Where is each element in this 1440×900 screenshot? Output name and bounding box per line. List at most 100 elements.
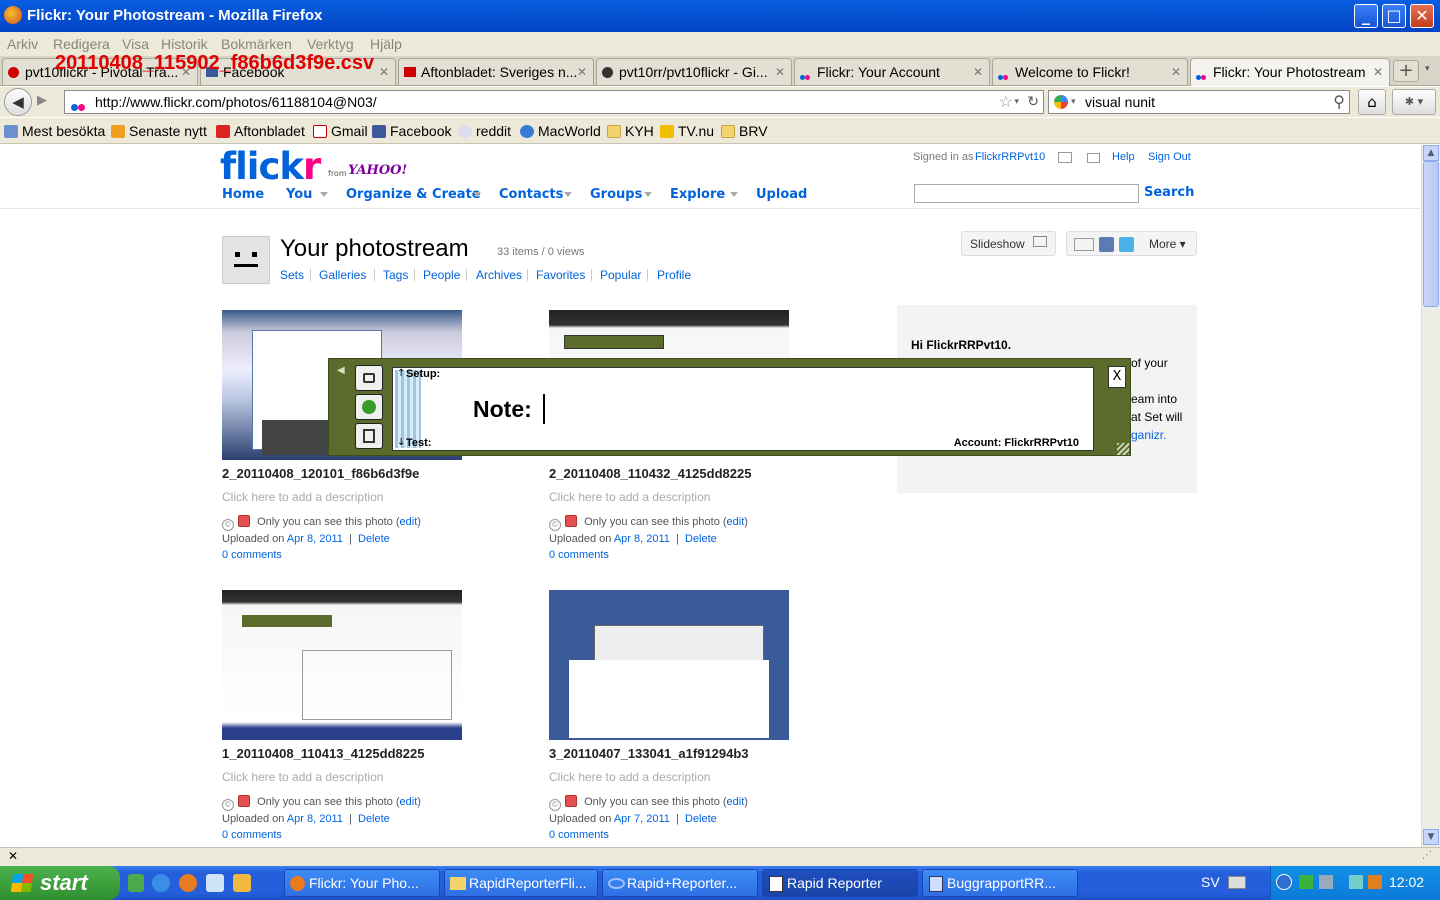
upload-date-link[interactable]: Apr 8, 2011 — [287, 533, 343, 545]
bookmark-macworld[interactable]: MacWorld — [520, 123, 601, 139]
bookmark-mest-besokta[interactable]: Mest besökta — [4, 123, 105, 139]
search-engine-dropdown-icon[interactable]: ▾ — [1071, 96, 1076, 107]
bookmark-facebook[interactable]: Facebook — [372, 123, 451, 139]
keyboard-icon[interactable] — [1228, 876, 1246, 889]
forward-button[interactable]: ▶ — [37, 93, 47, 108]
nav-upload[interactable]: Upload — [756, 187, 807, 202]
subnav-galleries[interactable]: Galleries — [319, 268, 366, 282]
chevron-down-icon[interactable] — [320, 192, 328, 197]
google-icon[interactable] — [1054, 95, 1068, 109]
nav-organize[interactable]: Organize & Create — [346, 187, 481, 202]
help-link[interactable]: Help — [1112, 151, 1135, 163]
upload-date-link[interactable]: Apr 8, 2011 — [287, 813, 343, 825]
up-arrow-icon[interactable]: ↑ — [397, 368, 405, 379]
upload-date-link[interactable]: Apr 8, 2011 — [614, 533, 670, 545]
resize-grip-icon[interactable]: ⋰ — [1422, 850, 1432, 861]
photo-thumbnail[interactable] — [222, 590, 462, 740]
slideshow-button[interactable]: Slideshow — [961, 231, 1056, 256]
comments-link[interactable]: 0 comments — [549, 829, 609, 841]
bookmark-star-icon[interactable]: ☆ — [999, 92, 1013, 112]
flickr-logo[interactable]: flickr — [220, 145, 321, 188]
subnav-tags[interactable]: Tags — [383, 268, 408, 282]
subnav-people[interactable]: People — [423, 268, 460, 282]
search-input[interactable]: ▾ visual nunit ⚲ — [1048, 90, 1350, 114]
upload-date-link[interactable]: Apr 7, 2011 — [614, 813, 670, 825]
taskbar-item-rapid-reporter-web[interactable]: Rapid+Reporter... — [602, 869, 758, 897]
down-arrow-icon[interactable]: ↓ — [397, 437, 405, 448]
facebook-icon[interactable] — [1099, 237, 1114, 252]
more-button[interactable]: More ▾ — [1149, 237, 1186, 251]
photo-thumbnail[interactable] — [549, 590, 789, 740]
scroll-thumb[interactable] — [1423, 161, 1439, 307]
firefox-icon[interactable] — [179, 874, 197, 892]
menu-redigera[interactable]: Redigera — [53, 36, 110, 52]
maximize-button[interactable]: □ — [1382, 4, 1406, 28]
tab-flickr-photostream[interactable]: Flickr: Your Photostream ✕ — [1190, 58, 1390, 86]
close-button[interactable]: X — [1108, 366, 1126, 388]
tab-flickr-account[interactable]: Flickr: Your Account ✕ — [794, 58, 990, 85]
reload-icon[interactable]: ↻ — [1027, 93, 1039, 110]
tray-icon[interactable] — [1368, 875, 1382, 889]
twitter-icon[interactable] — [1119, 237, 1134, 252]
subnav-profile[interactable]: Profile — [657, 268, 691, 282]
flickr-search-button[interactable]: Search — [1144, 185, 1194, 200]
delete-link[interactable]: Delete — [358, 533, 390, 545]
tab-close-icon[interactable]: ✕ — [1373, 65, 1383, 79]
taskbar-item-folder[interactable]: RapidReporterFli... — [444, 869, 598, 897]
delete-link[interactable]: Delete — [358, 813, 390, 825]
ie-icon[interactable] — [152, 874, 170, 892]
folder-icon[interactable] — [233, 874, 251, 892]
edit-link[interactable]: edit — [400, 796, 418, 808]
edit-link[interactable]: edit — [727, 796, 745, 808]
subnav-sets[interactable]: Sets — [280, 268, 304, 282]
signout-link[interactable]: Sign Out — [1148, 151, 1191, 163]
quicklaunch-icon[interactable] — [128, 874, 144, 892]
tab-close-icon[interactable]: ✕ — [1171, 65, 1181, 79]
search-icon[interactable]: ⚲ — [1333, 92, 1345, 112]
nav-groups[interactable]: Groups — [590, 187, 642, 202]
taskbar-item-rapid-reporter[interactable]: Rapid Reporter — [762, 869, 918, 897]
home-button[interactable]: ⌂ — [1358, 89, 1386, 115]
subnav-archives[interactable]: Archives — [476, 268, 522, 282]
language-indicator[interactable]: SV — [1201, 874, 1220, 890]
avatar[interactable] — [222, 236, 270, 284]
nav-contacts[interactable]: Contacts — [499, 187, 563, 202]
photo-title[interactable]: 2_20110408_120101_f86b6d3f9e — [222, 466, 419, 481]
menu-visa[interactable]: Visa — [122, 36, 149, 52]
organizr-link[interactable]: ganizr. — [1131, 428, 1166, 442]
tab-welcome-flickr[interactable]: Welcome to Flickr! ✕ — [992, 58, 1188, 85]
photo-description[interactable]: Click here to add a description — [549, 490, 710, 504]
tab-close-icon[interactable]: ✕ — [973, 65, 983, 79]
network-icon[interactable] — [1319, 875, 1333, 889]
menu-hjalp[interactable]: Hjälp — [370, 36, 402, 52]
photo-description[interactable]: Click here to add a description — [222, 490, 383, 504]
menu-arkiv[interactable]: Arkiv — [7, 36, 38, 52]
taskbar-item-firefox[interactable]: Flickr: Your Pho... — [284, 869, 440, 897]
bookmark-senaste-nytt[interactable]: Senaste nytt — [111, 123, 207, 139]
rr-logo-icon[interactable] — [355, 394, 383, 420]
back-button[interactable]: ◀ — [4, 88, 32, 116]
chevron-left-icon[interactable] — [1276, 874, 1292, 890]
chevron-down-icon[interactable] — [730, 192, 738, 197]
bookmark-tvnu[interactable]: TV.nu — [660, 123, 714, 139]
scroll-up-icon[interactable]: ▲ — [1423, 145, 1439, 161]
chevron-down-icon[interactable] — [564, 192, 572, 197]
taskbar-item-buggrapport[interactable]: BuggrapportRR... — [922, 869, 1078, 897]
edit-link[interactable]: edit — [400, 516, 418, 528]
new-tab-button[interactable]: + — [1393, 60, 1419, 82]
notes-icon[interactable] — [355, 423, 383, 449]
scroll-down-icon[interactable]: ▼ — [1423, 829, 1439, 845]
username-link[interactable]: FlickrRRPvt10 — [975, 151, 1045, 163]
menu-bokmarken[interactable]: Bokmärken — [221, 36, 292, 52]
page-scrollbar[interactable]: ▲ ▼ — [1421, 145, 1440, 847]
chevron-down-icon[interactable] — [473, 192, 481, 197]
subnav-favorites[interactable]: Favorites — [536, 268, 585, 282]
photo-description[interactable]: Click here to add a description — [549, 770, 710, 784]
email-icon[interactable] — [1074, 238, 1094, 251]
photo-title[interactable]: 3_20110407_133041_a1f91294b3 — [549, 746, 749, 761]
nav-home[interactable]: Home — [222, 187, 264, 202]
bookmark-kyh[interactable]: KYH — [607, 123, 654, 139]
camera-icon[interactable] — [355, 365, 383, 391]
menu-verktyg[interactable]: Verktyg — [307, 36, 354, 52]
url-dropdown-icon[interactable]: ▾ — [1014, 96, 1019, 107]
